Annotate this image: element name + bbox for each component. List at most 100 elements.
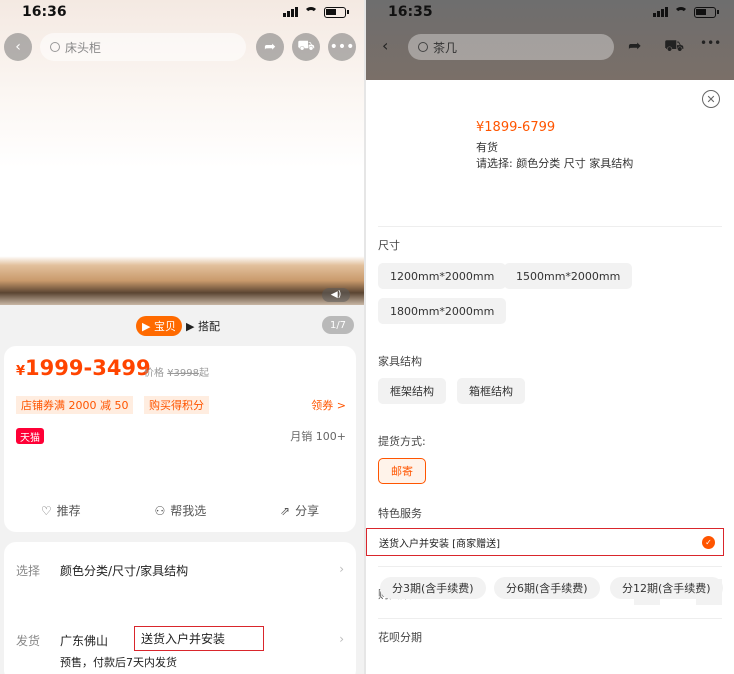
- wifi-icon: [304, 7, 318, 17]
- chevron-right-icon: ›: [339, 562, 344, 576]
- sku-stock: 有货: [476, 141, 498, 154]
- size-option[interactable]: 1800mm*2000mm: [378, 298, 507, 324]
- more-button[interactable]: •••: [328, 33, 356, 61]
- right-sku-sheet-page: 16:35 ‹ 茶几 ➦ ⛟ ••• ✕ ¥1899-6799 有货 请选择: …: [366, 0, 734, 674]
- tmall-badge: 天猫: [16, 428, 44, 444]
- status-bar: 16:36: [0, 0, 364, 24]
- size-option[interactable]: 1200mm*2000mm: [378, 263, 507, 289]
- size-option[interactable]: 1500mm*2000mm: [504, 263, 633, 289]
- image-counter: 1/7: [322, 316, 354, 334]
- share-icon: ⇗: [280, 503, 291, 518]
- huabei-option[interactable]: 分12期(含手续费): [610, 577, 723, 599]
- huabei-title: 花呗分期: [378, 631, 422, 644]
- status-time: 16:36: [22, 4, 67, 20]
- ship-service-highlight: 送货入户并安装: [134, 626, 264, 651]
- help-choose-label: 帮我选: [170, 504, 207, 518]
- special-service-title: 特色服务: [378, 507, 422, 520]
- pickup-title: 提货方式:: [378, 435, 426, 448]
- huabei-option[interactable]: 分3期(含手续费): [380, 577, 486, 599]
- price-range-value: 1999-3499: [25, 356, 151, 380]
- speaker-icon: ◀): [330, 290, 342, 300]
- tab-item-label: 宝贝: [153, 320, 176, 333]
- divider: [378, 226, 722, 227]
- signal-icon: [653, 7, 668, 17]
- share-icon[interactable]: ➦: [628, 36, 641, 55]
- close-icon: ✕: [706, 92, 716, 106]
- search-icon: [50, 42, 60, 52]
- check-icon: ✓: [702, 536, 715, 549]
- pickup-option-selected[interactable]: 邮寄: [378, 458, 426, 484]
- special-service-label: 送货入户并安装 [商家赠送]: [379, 538, 500, 550]
- search-icon: [418, 42, 428, 52]
- tab-match-label: 搭配: [197, 320, 220, 333]
- left-product-page: 16:36 ‹ 床头柜 ➦ ⛟ ••• ◀) ▶ 宝贝 ▶ 搭配 1/7 ¥19…: [0, 0, 364, 674]
- coupon-link[interactable]: 领券 >: [311, 397, 346, 413]
- chevron-right-icon: ›: [339, 632, 344, 646]
- battery-icon: [324, 6, 349, 18]
- select-row-value: 颜色分类/尺寸/家具结构: [60, 564, 189, 578]
- sound-toggle[interactable]: ◀): [322, 288, 350, 302]
- search-input[interactable]: 茶几: [408, 34, 614, 60]
- search-placeholder: 床头柜: [65, 40, 102, 55]
- original-price: 价格 ¥3998起: [144, 364, 209, 379]
- battery-icon: [694, 6, 719, 18]
- handshake-icon: ⚇: [154, 503, 166, 518]
- media-tabs: ▶ 宝贝 ▶ 搭配 1/7: [0, 312, 364, 338]
- special-service-option[interactable]: 送货入户并安装 [商家赠送] ✓: [366, 528, 724, 556]
- status-time: 16:35: [388, 4, 433, 20]
- tab-item[interactable]: ▶ 宝贝: [136, 316, 182, 336]
- back-icon[interactable]: ‹: [382, 36, 388, 55]
- share-action-button[interactable]: ⇗ 分享: [280, 502, 319, 519]
- currency-symbol: ¥: [16, 364, 26, 379]
- select-row[interactable]: 选择 颜色分类/尺寸/家具结构 ›: [16, 562, 344, 580]
- price-range: ¥1999-3499: [16, 356, 151, 380]
- status-bar: 16:35: [366, 0, 734, 24]
- price-card: ¥1999-3499 价格 ¥3998起 店铺券满 2000 减 50 购买得积…: [4, 346, 356, 532]
- divider: [378, 618, 722, 619]
- recommend-label: 推荐: [56, 504, 81, 518]
- recommend-button[interactable]: ♡ 推荐: [41, 502, 81, 519]
- chevron-left-icon: ‹: [15, 39, 21, 55]
- signal-icon: [283, 7, 298, 17]
- help-choose-button[interactable]: ⚇ 帮我选: [154, 502, 206, 519]
- ship-row[interactable]: 发货 广东佛山 送货入户并安装 预售，付款后7天内发货 ›: [16, 626, 344, 672]
- promo-tag: 店铺券满 2000 减 50: [16, 396, 134, 414]
- dimmed-header: 16:35 ‹ 茶几 ➦ ⛟ •••: [366, 0, 734, 80]
- screenshot-root: 16:36 ‹ 床头柜 ➦ ⛟ ••• ◀) ▶ 宝贝 ▶ 搭配 1/7 ¥19…: [0, 0, 734, 674]
- structure-title: 家具结构: [378, 355, 422, 368]
- share-icon: ➦: [264, 39, 276, 55]
- structure-option[interactable]: 框架结构: [378, 378, 446, 404]
- tab-match[interactable]: ▶ 搭配: [186, 316, 220, 336]
- cart-icon: ⛟: [297, 38, 315, 54]
- search-input[interactable]: 床头柜: [40, 33, 246, 61]
- close-button[interactable]: ✕: [702, 90, 720, 108]
- original-price-suffix: 起: [199, 368, 209, 379]
- search-placeholder: 茶几: [433, 40, 458, 55]
- ship-origin: 广东佛山: [60, 634, 109, 648]
- more-icon: •••: [329, 39, 355, 55]
- ship-row-key: 发货: [16, 634, 41, 648]
- top-nav: ‹ 床头柜 ➦ ⛟ •••: [0, 32, 364, 62]
- cart-button[interactable]: ⛟: [292, 33, 320, 61]
- divider: [378, 566, 722, 567]
- monthly-sales: 月销 100+: [290, 430, 346, 443]
- options-card: 选择 颜色分类/尺寸/家具结构 › 发货 广东佛山 送货入户并安装 预售，付款后…: [4, 542, 356, 674]
- share-label: 分享: [295, 504, 320, 518]
- more-icon[interactable]: •••: [700, 36, 721, 50]
- share-button[interactable]: ➦: [256, 33, 284, 61]
- select-row-key: 选择: [16, 564, 41, 578]
- status-icons: [653, 6, 719, 18]
- sku-price: ¥1899-6799: [476, 120, 556, 135]
- heart-icon: ♡: [40, 503, 52, 518]
- original-price-label: 价格: [144, 368, 164, 379]
- cart-icon[interactable]: ⛟: [664, 36, 684, 57]
- huabei-option[interactable]: 分6期(含手续费): [494, 577, 600, 599]
- promo-tag: 购买得积分: [144, 396, 209, 414]
- status-icons: [283, 6, 349, 18]
- structure-option[interactable]: 箱框结构: [457, 378, 525, 404]
- sku-select-hint: 请选择: 颜色分类 尺寸 家具结构: [476, 157, 634, 170]
- original-price-value: ¥3998: [167, 368, 199, 379]
- back-button[interactable]: ‹: [4, 33, 32, 61]
- wifi-icon: [674, 7, 688, 17]
- ship-note: 预售，付款后7天内发货: [60, 656, 177, 669]
